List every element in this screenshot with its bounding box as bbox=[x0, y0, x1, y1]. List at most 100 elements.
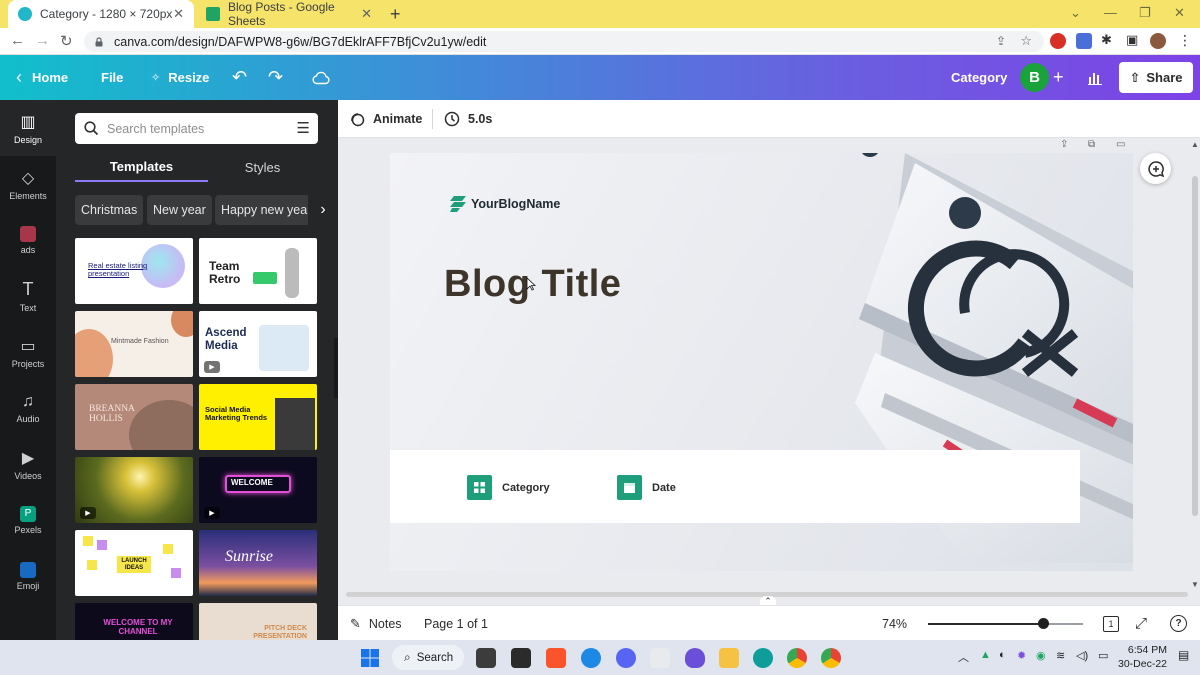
template-card[interactable]: BREANNA HOLLIS bbox=[75, 384, 193, 450]
invite-button[interactable]: + bbox=[1053, 55, 1064, 100]
close-window-icon[interactable]: ✕ bbox=[1174, 5, 1185, 21]
template-card[interactable]: Sunrise bbox=[199, 530, 317, 596]
notes-button[interactable]: ✎ Notes bbox=[350, 606, 402, 641]
taskbar-search[interactable]: ⌕ Search bbox=[392, 645, 464, 670]
maximize-icon[interactable]: ❐ bbox=[1139, 5, 1151, 21]
rail-item-text[interactable]: T Text bbox=[0, 268, 56, 324]
category-field[interactable]: Category bbox=[467, 475, 550, 500]
rail-item-videos[interactable]: ▶ Videos bbox=[0, 436, 56, 492]
reload-icon[interactable]: ↻ bbox=[60, 32, 73, 50]
file-menu-button[interactable]: File bbox=[101, 55, 123, 100]
template-card[interactable]: Team Retro bbox=[199, 238, 317, 304]
zoom-slider[interactable] bbox=[928, 618, 1083, 629]
notifications-icon[interactable]: ▤ bbox=[1178, 648, 1189, 662]
extensions-puzzle-icon[interactable]: ✱ bbox=[1101, 32, 1112, 48]
bookmark-star-icon[interactable]: ☆ bbox=[1020, 33, 1032, 49]
app-blue-icon[interactable] bbox=[581, 648, 601, 668]
template-card[interactable]: ▶ bbox=[75, 457, 193, 523]
filter-sliders-icon[interactable]: ☰ bbox=[297, 119, 310, 137]
close-tab-icon[interactable]: ✕ bbox=[173, 6, 184, 22]
zoom-percentage[interactable]: 74% bbox=[882, 606, 907, 641]
help-button[interactable]: ? bbox=[1170, 606, 1187, 641]
design-title[interactable]: Category bbox=[951, 55, 1007, 100]
resize-button[interactable]: ✧ Resize bbox=[151, 55, 209, 100]
rail-item-audio[interactable]: ♫ Audio bbox=[0, 380, 56, 436]
page-indicator[interactable]: Page 1 of 1 bbox=[424, 606, 488, 641]
battery-icon[interactable]: ▭ bbox=[1098, 649, 1108, 662]
volume-icon[interactable]: ◁) bbox=[1076, 649, 1088, 662]
wifi-icon[interactable]: ≋ bbox=[1056, 649, 1065, 662]
zoom-slider-handle[interactable] bbox=[1038, 618, 1049, 629]
chip-happy-new-year[interactable]: Happy new year bbox=[215, 195, 318, 225]
vertical-scrollbar[interactable]: ▲ ▼ bbox=[1190, 138, 1200, 594]
save-status-button[interactable] bbox=[312, 55, 330, 100]
template-card[interactable]: Mintmade Fashion bbox=[75, 311, 193, 377]
duration-button[interactable]: 5.0s bbox=[444, 100, 492, 138]
chips-next-icon[interactable]: › bbox=[308, 195, 338, 225]
url-field[interactable]: canva.com/design/DAFWPW8-g6w/BG7dEklrAFF… bbox=[84, 31, 1044, 52]
insights-button[interactable] bbox=[1088, 55, 1104, 100]
task-view-icon[interactable] bbox=[476, 648, 496, 668]
rail-item-emoji[interactable]: Emoji bbox=[0, 548, 56, 604]
extension-translate-icon[interactable] bbox=[1076, 33, 1092, 49]
file-explorer-icon[interactable] bbox=[719, 648, 739, 668]
search-input[interactable] bbox=[107, 121, 287, 136]
template-card[interactable]: Ascend Media ▶ bbox=[199, 311, 317, 377]
discord-icon[interactable] bbox=[616, 648, 636, 668]
chrome-profile-icon[interactable] bbox=[821, 648, 841, 668]
app-window-icon[interactable] bbox=[650, 648, 670, 668]
template-card[interactable]: WELCOME ▶ bbox=[199, 457, 317, 523]
terminal-icon[interactable] bbox=[511, 648, 531, 668]
brave-browser-icon[interactable] bbox=[546, 648, 566, 668]
share-page-icon[interactable]: ⇪ bbox=[996, 34, 1006, 48]
tray-app-icon[interactable]: ◐ bbox=[999, 649, 1006, 661]
template-card[interactable]: LAUNCH IDEAS bbox=[75, 530, 193, 596]
app-purple-icon[interactable] bbox=[685, 648, 705, 668]
lock-page-icon[interactable]: ⇪ bbox=[1060, 139, 1068, 150]
side-panel-icon[interactable]: ▣ bbox=[1126, 32, 1138, 48]
extension-red-icon[interactable] bbox=[1050, 33, 1066, 49]
new-tab-icon[interactable]: + bbox=[390, 4, 401, 25]
scroll-down-icon[interactable]: ▼ bbox=[1191, 580, 1199, 589]
share-button[interactable]: ⇧ Share bbox=[1119, 62, 1193, 93]
avatar[interactable]: B bbox=[1020, 63, 1049, 92]
tab-styles[interactable]: Styles bbox=[196, 152, 329, 182]
rail-item-ads[interactable]: ads bbox=[0, 212, 56, 268]
duplicate-page-icon[interactable]: ⧉ bbox=[1088, 139, 1095, 150]
windows-start-icon[interactable] bbox=[360, 648, 380, 668]
design-page[interactable]: YourBlogName Blog Title Category Date bbox=[390, 153, 1133, 571]
add-page-icon[interactable]: ▭ bbox=[1116, 139, 1125, 150]
browser-menu-icon[interactable]: ⋮ bbox=[1178, 32, 1192, 49]
template-card[interactable]: Social Media Marketing Trends bbox=[199, 384, 317, 450]
tray-overflow-icon[interactable]: ︿ bbox=[958, 649, 969, 665]
edge-icon[interactable] bbox=[753, 648, 773, 668]
forward-icon[interactable]: → bbox=[35, 32, 50, 49]
vertical-scroll-thumb[interactable] bbox=[1192, 176, 1198, 516]
blog-logo[interactable]: YourBlogName bbox=[450, 196, 560, 212]
minimize-icon[interactable]: — bbox=[1104, 5, 1117, 20]
add-comment-button[interactable] bbox=[1140, 153, 1171, 184]
close-tab-icon[interactable]: ✕ bbox=[361, 6, 372, 22]
fullscreen-button[interactable]: ⤢ bbox=[1135, 606, 1147, 641]
rail-item-elements[interactable]: ◇ Elements bbox=[0, 156, 56, 212]
system-clock[interactable]: 6:54 PM 30-Dec-22 bbox=[1118, 643, 1167, 671]
drive-icon[interactable]: ▲ bbox=[980, 649, 991, 661]
chip-new-year[interactable]: New year bbox=[147, 195, 212, 225]
rail-item-pexels[interactable]: P Pexels bbox=[0, 492, 56, 548]
animate-button[interactable]: Animate bbox=[350, 100, 422, 138]
undo-button[interactable]: ↶ bbox=[232, 55, 247, 100]
tab-templates[interactable]: Templates bbox=[75, 152, 208, 182]
rail-item-design[interactable]: ▥ Design bbox=[0, 100, 56, 156]
tray-sync-icon[interactable]: ◉ bbox=[1036, 649, 1046, 662]
search-box[interactable]: ☰ bbox=[75, 113, 318, 144]
template-card[interactable]: WELCOME TO MY CHANNEL bbox=[75, 603, 193, 640]
redo-button[interactable]: ↷ bbox=[268, 55, 283, 100]
scroll-up-icon[interactable]: ▲ bbox=[1191, 140, 1199, 149]
page-grid-button[interactable]: 1 bbox=[1103, 606, 1119, 641]
chip-christmas[interactable]: Christmas bbox=[75, 195, 144, 225]
date-field[interactable]: Date bbox=[617, 475, 676, 500]
rail-item-projects[interactable]: ▭ Projects bbox=[0, 324, 56, 380]
tab-search-icon[interactable]: ⌄ bbox=[1070, 5, 1081, 21]
template-card[interactable]: Real estate listing presentation bbox=[75, 238, 193, 304]
home-button[interactable]: ‹ Home bbox=[16, 55, 68, 100]
